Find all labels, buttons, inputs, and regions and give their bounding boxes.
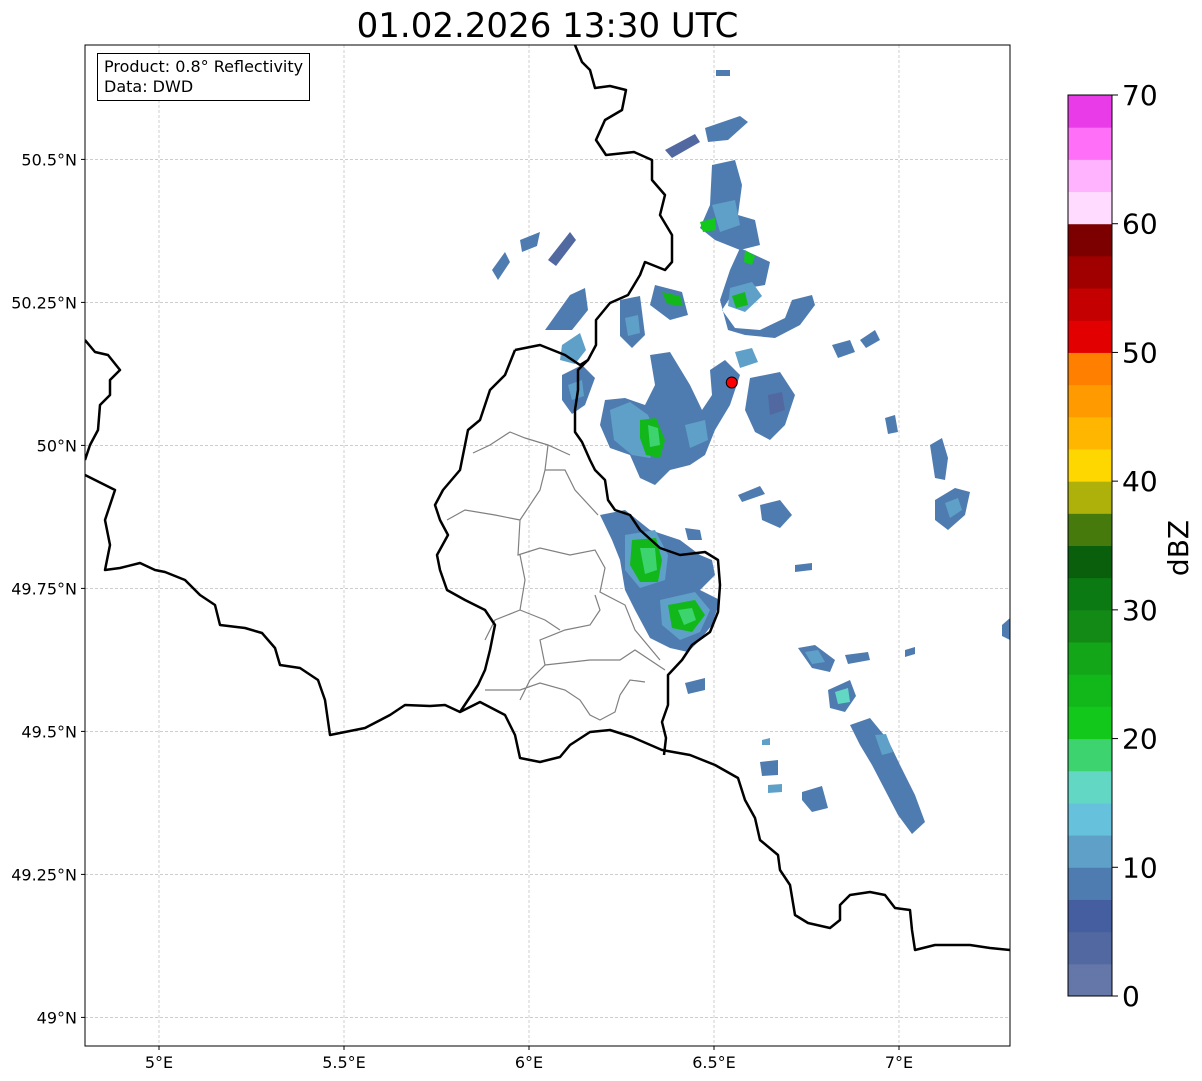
colorbar-bin	[1068, 577, 1112, 611]
colorbar-bin	[1068, 320, 1112, 353]
colorbar-tick-label: 50	[1122, 336, 1158, 369]
colorbar-bin	[1068, 545, 1112, 579]
colorbar-bin	[1068, 706, 1112, 740]
colorbar-bin	[1068, 802, 1112, 836]
colorbar-bin	[1068, 223, 1112, 257]
x-tick-label: 7°E	[885, 1053, 913, 1072]
x-tick-label: 6.5°E	[692, 1053, 736, 1072]
x-tick-label: 6°E	[515, 1053, 543, 1072]
colorbar-bin	[1068, 416, 1112, 450]
map-background	[85, 45, 1010, 1046]
y-tick-label: 50.5°N	[21, 150, 77, 169]
x-tick-label: 5°E	[145, 1053, 173, 1072]
y-tick-label: 50°N	[37, 436, 77, 455]
colorbar-bin	[1068, 642, 1112, 675]
echo-cell	[716, 70, 730, 76]
colorbar-bin	[1068, 352, 1112, 386]
colorbar-tick-label: 60	[1122, 208, 1158, 241]
colorbar-tick-label: 40	[1122, 465, 1158, 498]
colorbar: 0 10 20 30 40 50 60 70	[1067, 79, 1158, 1013]
colorbar-bin	[1068, 95, 1112, 128]
colorbar-bin	[1068, 609, 1112, 643]
colorbar-tick-label: 10	[1122, 851, 1158, 884]
colorbar-bin	[1068, 255, 1112, 289]
colorbar-tick-label: 0	[1122, 980, 1140, 1013]
x-tick-label: 5.5°E	[322, 1053, 366, 1072]
colorbar-tick-label: 30	[1122, 594, 1158, 627]
colorbar-bin	[1068, 867, 1112, 900]
colorbar-bin	[1068, 513, 1112, 546]
echo-cell	[760, 760, 778, 776]
colorbar-tick-label: 70	[1122, 79, 1158, 112]
colorbar-bin	[1068, 835, 1112, 868]
colorbar-tick-label: 20	[1122, 723, 1158, 756]
colorbar-bin	[1068, 448, 1112, 482]
colorbar-bin	[1068, 384, 1112, 418]
colorbar-bin	[1068, 770, 1112, 804]
y-tick-label: 49.5°N	[21, 722, 77, 741]
info-box: Product: 0.8° Reflectivity Data: DWD	[97, 53, 311, 101]
product-label: Product: 0.8° Reflectivity	[104, 57, 304, 76]
radar-map: 5°E 5.5°E 6°E 6.5°E 7°E 49°N 49.25°N 49.5°N 49.7…	[11, 44, 1195, 1072]
data-source-label: Data: DWD	[104, 77, 194, 96]
colorbar-bin	[1068, 481, 1112, 514]
colorbar-bin	[1068, 159, 1112, 193]
y-tick-label: 49°N	[37, 1008, 77, 1027]
colorbar-bin	[1068, 738, 1112, 772]
colorbar-bin	[1068, 674, 1112, 707]
y-tick-label: 49.75°N	[11, 579, 77, 598]
colorbar-bin	[1068, 931, 1112, 965]
colorbar-bin	[1068, 127, 1112, 160]
echo-cell	[768, 784, 782, 793]
y-tick-label: 50.25°N	[11, 293, 77, 312]
colorbar-label: dBZ	[1162, 520, 1195, 576]
colorbar-bin	[1068, 963, 1112, 997]
y-tick-label: 49.25°N	[11, 865, 77, 884]
colorbar-bin	[1068, 288, 1112, 321]
radar-site-marker[interactable]	[725, 376, 738, 389]
colorbar-bin	[1068, 899, 1112, 933]
colorbar-bin	[1068, 191, 1112, 225]
